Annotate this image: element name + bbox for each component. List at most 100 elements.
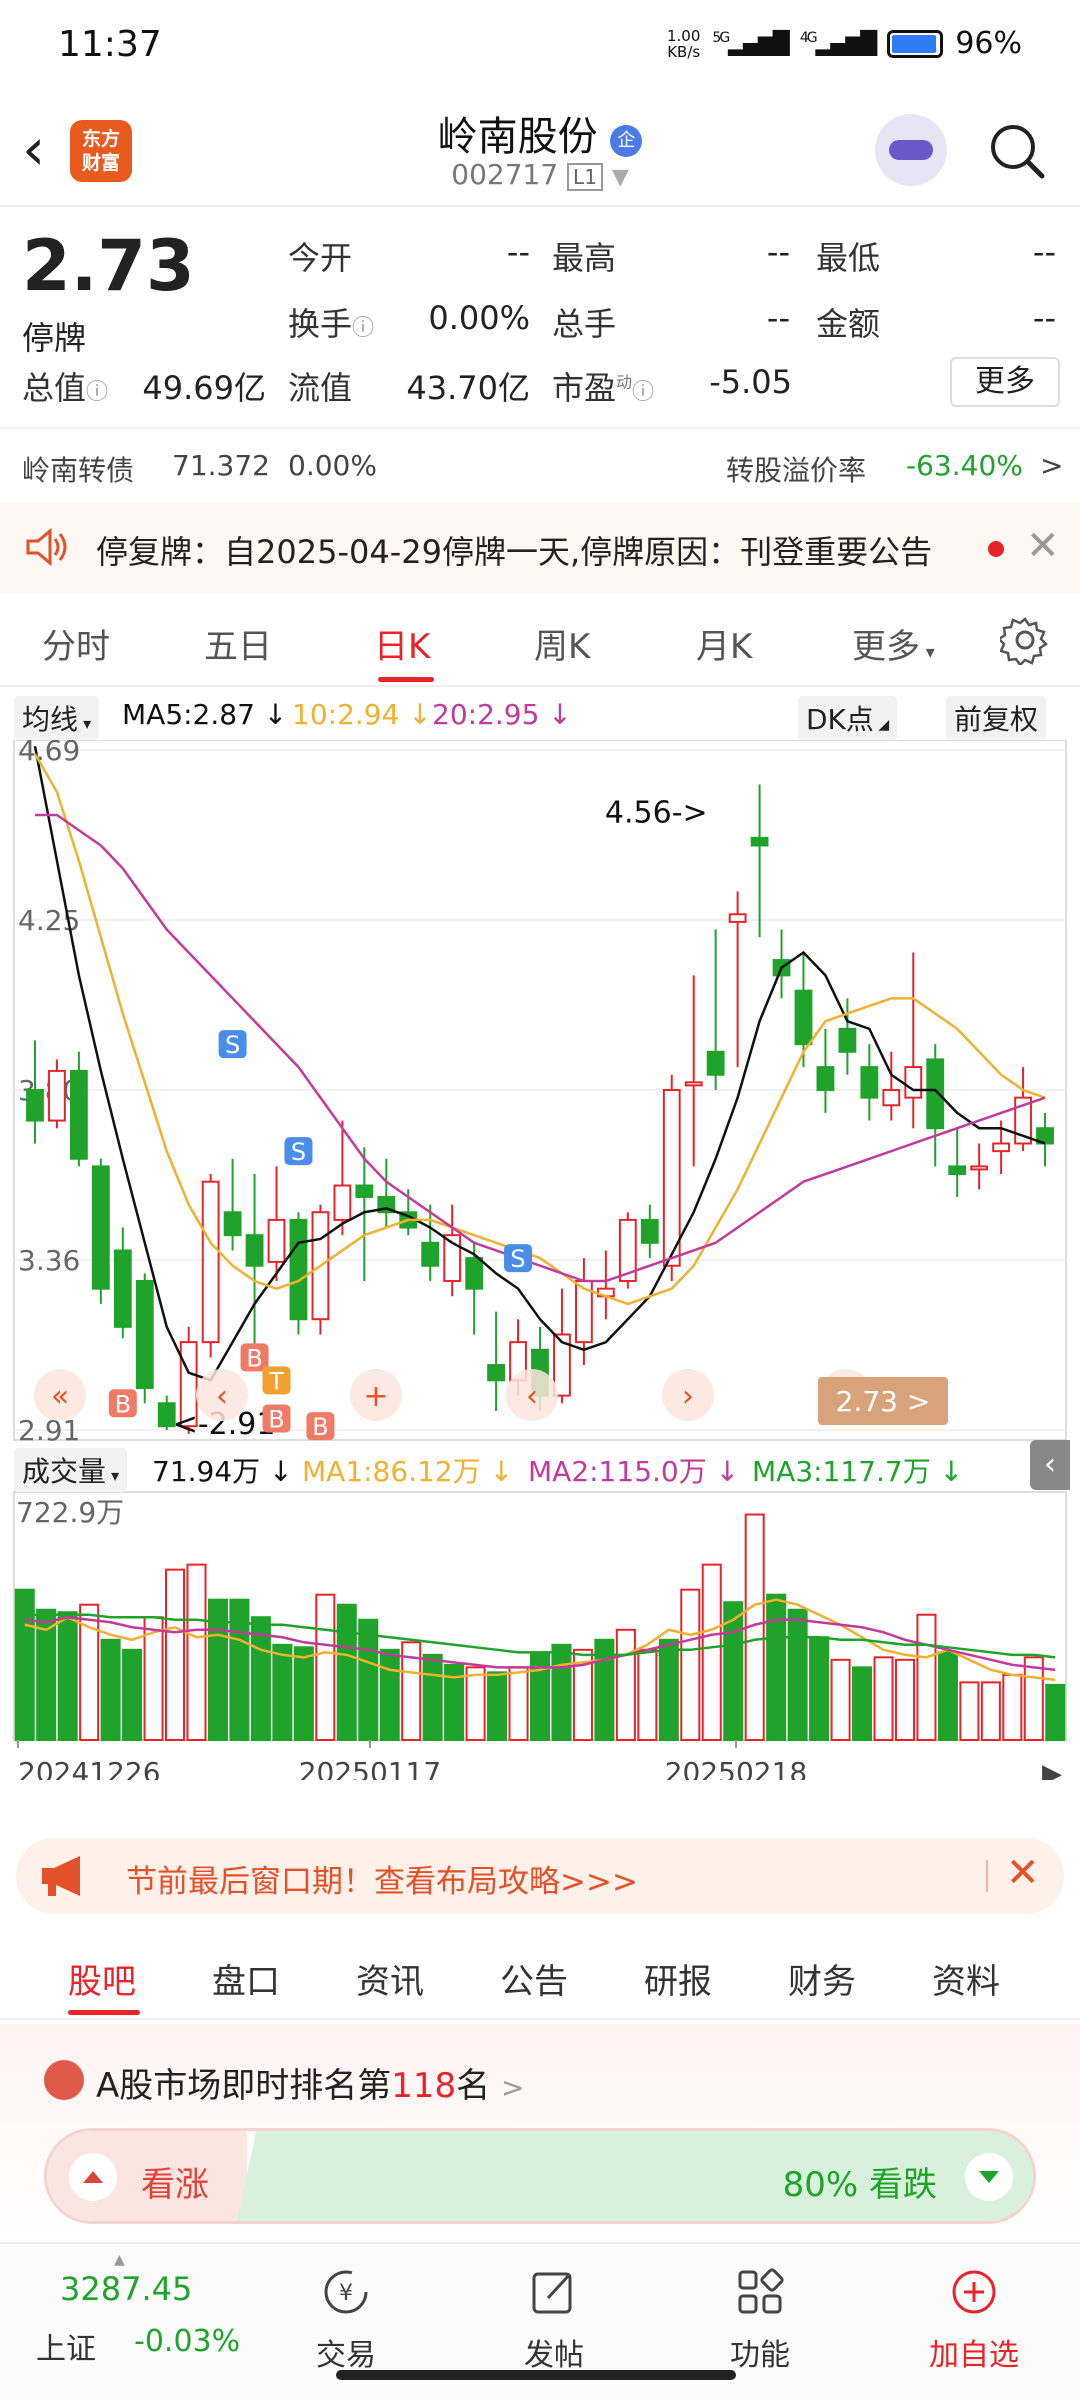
index-value: 3287.45 bbox=[60, 2270, 193, 2308]
more-quote-button[interactable]: 更多 bbox=[950, 357, 1060, 407]
ma5-value: MA5:2.87 ↓ bbox=[122, 698, 288, 731]
ma-selector[interactable]: 均线 ▾ bbox=[14, 696, 100, 740]
candle bbox=[113, 1249, 132, 1328]
current-price-tag-label: 2.73 > bbox=[836, 1385, 931, 1418]
period-tabs: 分时 五日 日K 周K 月K 更多 ▾ bbox=[0, 597, 1080, 687]
status-bar: 11:37 1.00 KB/s 5G▂▄▆█ 4G▂▄▆█ 96% bbox=[0, 0, 1080, 92]
volume-bar bbox=[422, 1653, 443, 1741]
bond-price: 71.372 bbox=[172, 449, 270, 482]
add-watchlist-button[interactable]: 加自选 bbox=[914, 2264, 1034, 2374]
tab-order-book[interactable]: 盘口 bbox=[212, 1954, 280, 2003]
pe-label: 市盈动ⓘ bbox=[552, 369, 655, 407]
volume-selector[interactable]: 成交量 ▾ bbox=[14, 1448, 128, 1492]
candle bbox=[69, 1069, 88, 1160]
tab-intraday[interactable]: 分时 bbox=[42, 619, 110, 668]
bond-name: 岭南转债 bbox=[22, 454, 135, 487]
index-change: -0.03% bbox=[134, 2324, 241, 2359]
promo-banner[interactable]: 节前最后窗口期！查看布局攻略>>> ✕ bbox=[16, 1838, 1064, 1914]
tab-daily-k[interactable]: 日K bbox=[374, 619, 430, 668]
chevron-right-icon: > bbox=[500, 2071, 525, 2104]
x-tick-label: 20250218 bbox=[665, 1756, 808, 1780]
collapse-panel-icon[interactable]: ‹ bbox=[1030, 1440, 1070, 1490]
kline-chart-svg[interactable]: 4.694.253.803.362.914.56-><-2.91SSSBBTBB… bbox=[0, 740, 1080, 1780]
rank-number: 118 bbox=[391, 2066, 457, 2106]
chart-nav-icon: + bbox=[363, 1379, 388, 1414]
volume-bar bbox=[293, 1646, 314, 1741]
candle bbox=[48, 1069, 66, 1122]
dk-point-button[interactable]: DK点 ◢ bbox=[798, 696, 898, 740]
volume-bar bbox=[358, 1618, 379, 1742]
ma20-value: 20:2.95 ↓ bbox=[432, 698, 572, 731]
x-tick-label: 20250117 bbox=[299, 1756, 442, 1780]
low-value: -- bbox=[1032, 233, 1056, 271]
functions-button[interactable]: 功能 bbox=[700, 2264, 820, 2374]
volume-bar bbox=[766, 1593, 787, 1742]
divider bbox=[986, 1860, 988, 1892]
volume-bar bbox=[959, 1681, 980, 1742]
content-tabs: 股吧 盘口 资讯 公告 研报 财务 资料 bbox=[0, 1930, 1080, 2020]
volume-bar bbox=[14, 1588, 35, 1741]
status-time: 11:37 bbox=[58, 24, 162, 65]
post-icon bbox=[532, 2272, 572, 2314]
vote-down-button[interactable] bbox=[965, 2153, 1013, 2201]
chevron-right-icon: > bbox=[1040, 449, 1064, 482]
vote-up-button[interactable] bbox=[69, 2153, 117, 2201]
search-icon[interactable] bbox=[988, 122, 1046, 180]
triangle-down-icon bbox=[979, 2171, 999, 2183]
signal-4g-icon: 4G▂▄▆█ bbox=[799, 30, 877, 57]
kline-chart-area[interactable]: 4.694.253.803.362.914.56-><-2.91SSSBBTBB… bbox=[0, 740, 1080, 1780]
trade-marker-label: B bbox=[268, 1406, 284, 1434]
tab-news[interactable]: 资讯 bbox=[356, 1954, 424, 2003]
tab-announcements[interactable]: 公告 bbox=[500, 1954, 568, 2003]
volume-bar bbox=[551, 1643, 572, 1741]
high-value: -- bbox=[766, 233, 790, 271]
suspend-status: 停牌 bbox=[22, 319, 87, 357]
vol-ma3: MA3:117.7万 ↓ bbox=[752, 1455, 964, 1488]
tab-forum[interactable]: 股吧 bbox=[68, 1954, 136, 2003]
enterprise-badge-icon: 企 bbox=[610, 125, 643, 157]
volume-bar bbox=[1002, 1673, 1023, 1741]
close-icon[interactable]: ✕ bbox=[1026, 523, 1060, 569]
volume-bar bbox=[465, 1666, 486, 1741]
suspension-notice[interactable]: 停复牌：自2025-04-29停牌一天,停牌原因：刊登重要公告 ✕ bbox=[0, 503, 1080, 593]
trade-button[interactable]: ¥ 交易 bbox=[286, 2264, 406, 2374]
volume-bar bbox=[272, 1643, 293, 1741]
tab-financials[interactable]: 财务 bbox=[788, 1954, 856, 2003]
tab-monthly-k[interactable]: 月K bbox=[696, 619, 752, 668]
tab-more[interactable]: 更多 ▾ bbox=[852, 619, 935, 668]
amount-value: -- bbox=[1032, 299, 1056, 337]
post-button[interactable]: 发帖 bbox=[494, 2264, 614, 2374]
apps-icon bbox=[738, 2268, 784, 2314]
candle bbox=[91, 1165, 110, 1290]
tab-five-day[interactable]: 五日 bbox=[204, 619, 272, 668]
promo-text: 节前最后窗口期！查看布局攻略>>> bbox=[126, 1864, 638, 1900]
candle bbox=[465, 1257, 484, 1290]
active-tab-indicator bbox=[378, 677, 434, 682]
assistant-robot-icon[interactable] bbox=[875, 114, 947, 186]
bond-change: 0.00% bbox=[288, 449, 377, 482]
caret-down-icon: ▾ bbox=[920, 642, 935, 663]
tab-research[interactable]: 研报 bbox=[644, 1954, 712, 2003]
convertible-bond-row[interactable]: 岭南转债 71.372 0.00% 转股溢价率 -63.40% > bbox=[0, 427, 1080, 499]
candle bbox=[289, 1218, 308, 1321]
info-icon: ⓘ bbox=[632, 380, 655, 405]
forward-adjust-button[interactable]: 前复权 bbox=[946, 696, 1047, 740]
add-watchlist-icon bbox=[952, 2270, 996, 2314]
tab-weekly-k[interactable]: 周K bbox=[534, 619, 590, 668]
gear-icon[interactable] bbox=[1000, 615, 1050, 665]
level-badge: L1 bbox=[567, 163, 603, 191]
ma-line-ma20 bbox=[34, 813, 1046, 1283]
volume-bar bbox=[165, 1568, 186, 1741]
home-indicator[interactable] bbox=[336, 2370, 736, 2380]
close-icon[interactable]: ✕ bbox=[1006, 1850, 1040, 1896]
tab-profile[interactable]: 资料 bbox=[932, 1954, 1000, 2003]
market-rank[interactable]: A股市场即时排名第118名 > bbox=[96, 2058, 524, 2107]
volume-bar bbox=[1023, 1656, 1044, 1741]
volume-bar bbox=[57, 1611, 78, 1741]
y-tick-label: 3.36 bbox=[18, 1244, 80, 1277]
candle bbox=[904, 1066, 923, 1099]
trade-marker-label: S bbox=[291, 1138, 306, 1166]
candle bbox=[728, 913, 747, 923]
caret-down-icon: ▾ bbox=[78, 714, 92, 733]
trade-icon: ¥ bbox=[324, 2270, 368, 2314]
